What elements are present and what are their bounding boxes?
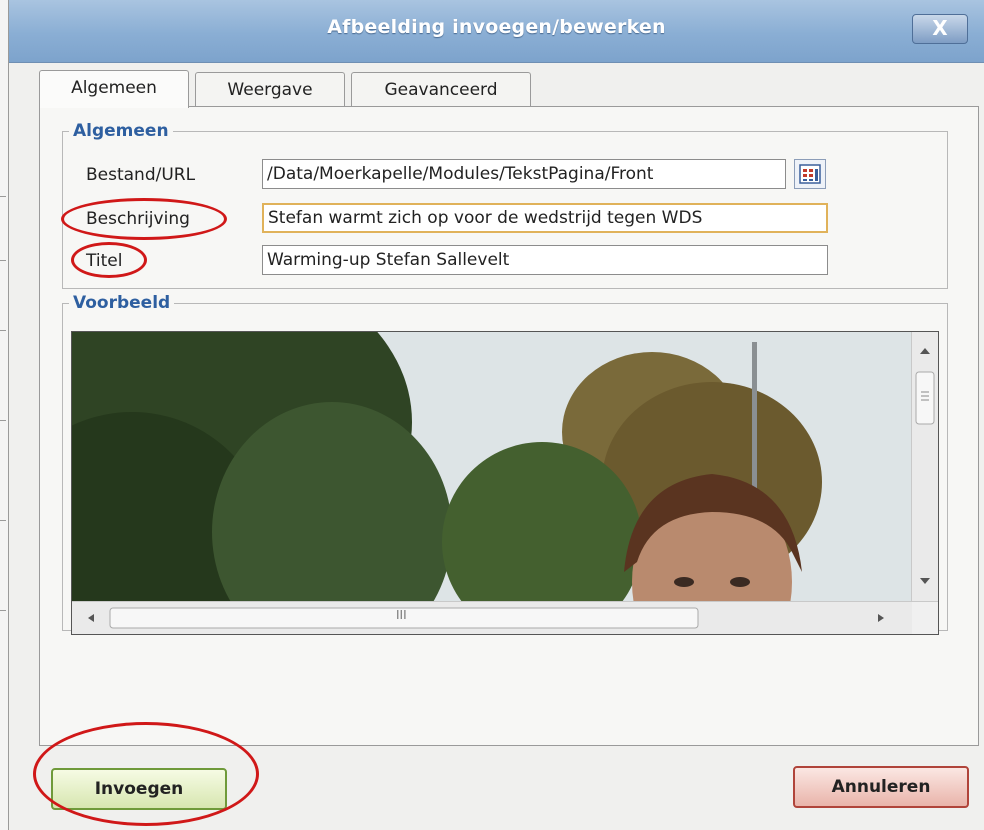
image-dialog: Afbeelding invoegen/bewerken X Algemeen … <box>8 0 984 830</box>
close-button[interactable]: X <box>912 14 968 44</box>
annotation-circle-insert <box>33 722 259 826</box>
scrollbar-corner <box>912 602 938 634</box>
tab-weergave-label: Weergave <box>227 80 313 100</box>
annotation-circle-description <box>61 198 227 240</box>
tab-algemeen[interactable]: Algemeen <box>39 70 189 108</box>
browse-grid-icon <box>799 164 821 184</box>
title-bar[interactable]: Afbeelding invoegen/bewerken X <box>9 0 984 63</box>
horizontal-scrollbar[interactable]: III <box>72 601 938 634</box>
vertical-scrollbar[interactable] <box>911 332 938 602</box>
preview-fieldset: Voorbeeld III <box>62 293 948 635</box>
preview-photo <box>72 332 938 634</box>
file-url-input[interactable]: /Data/Moerkapelle/Modules/TekstPagina/Fr… <box>262 159 786 189</box>
tab-geavanceerd[interactable]: Geavanceerd <box>351 72 531 106</box>
preview-image-frame: III <box>71 331 939 635</box>
scroll-grip: III <box>396 608 407 622</box>
cancel-button[interactable]: Annuleren <box>793 766 969 808</box>
preview-legend: Voorbeeld <box>73 293 171 313</box>
general-legend: Algemeen <box>73 121 169 141</box>
file-url-label: Bestand/URL <box>86 165 196 185</box>
title-input[interactable]: Warming-up Stefan Sallevelt <box>262 245 828 275</box>
annotation-circle-title <box>71 242 147 278</box>
tab-algemeen-label: Algemeen <box>71 78 157 98</box>
description-input[interactable]: Stefan warmt zich op voor de wedstrijd t… <box>262 203 828 233</box>
tab-geavanceerd-label: Geavanceerd <box>384 80 498 100</box>
dialog-title: Afbeelding invoegen/bewerken <box>327 16 666 38</box>
background-window-edge <box>0 0 8 830</box>
browse-button[interactable] <box>794 159 826 189</box>
close-icon: X <box>932 16 948 40</box>
tab-weergave[interactable]: Weergave <box>195 72 345 106</box>
